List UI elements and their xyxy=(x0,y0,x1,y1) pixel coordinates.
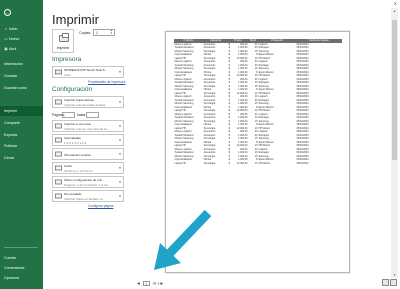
next-page-icon[interactable]: ▶ xyxy=(160,281,163,285)
preview-page: Producto Categoría Precio Stock Proveedo… xyxy=(165,31,350,273)
orientation-dropdown[interactable]: Orientación vertical ▼ xyxy=(52,148,124,160)
copies-label: Copias: xyxy=(79,31,92,35)
sidebar-item-guardar[interactable]: Guardar xyxy=(4,74,17,78)
table-cell: 05/03/2023 xyxy=(296,161,309,165)
sheets-icon xyxy=(55,99,62,105)
chevron-down-icon: ▼ xyxy=(118,194,122,198)
sidebar-item-informacion[interactable]: Información xyxy=(4,62,23,66)
table-cell: Tecnología xyxy=(203,161,216,165)
zoom-to-page-icon[interactable] xyxy=(390,279,397,286)
collate-icon xyxy=(55,137,62,143)
sidebar-item-comentarios[interactable]: Comentarios xyxy=(4,266,24,270)
chevron-down-icon: ▼ xyxy=(118,100,122,104)
home-icon: ⌂ xyxy=(4,27,8,31)
table-cell: 12.000,00 xyxy=(236,161,248,165)
portrait-icon xyxy=(55,151,62,157)
chevron-down-icon: ▼ xyxy=(118,152,122,156)
table-cell: Laptop HP xyxy=(174,161,186,165)
folder-icon: ▣ xyxy=(4,47,8,51)
sidebar-item-exportar[interactable]: Exportar xyxy=(4,133,18,137)
close-icon[interactable]: ✕ xyxy=(394,1,397,6)
sidebar-item-imprimir[interactable]: Imprimir xyxy=(4,109,17,113)
new-file-icon: ▭ xyxy=(4,37,8,41)
sidebar-item-publicar[interactable]: Publicar xyxy=(4,144,17,148)
printer-properties-link[interactable]: Propiedades de impresora xyxy=(88,80,125,84)
printer-icon xyxy=(59,33,69,42)
scrollbar-thumb[interactable] xyxy=(392,20,397,160)
pages-from-input[interactable] xyxy=(62,111,75,118)
back-arrow-icon[interactable]: ← xyxy=(4,9,11,16)
page-setup-link[interactable]: Configurar página xyxy=(88,204,113,208)
table-cell: HP México xyxy=(258,161,271,165)
sidebar-item-opciones[interactable]: Opciones xyxy=(4,276,19,280)
chevron-down-icon: ▼ xyxy=(118,166,122,170)
scaling-icon xyxy=(55,193,62,199)
margins-icon xyxy=(55,179,62,185)
table-cell: 10 xyxy=(254,161,258,165)
chevron-down-icon: ▼ xyxy=(118,138,122,142)
previous-page-icon[interactable]: ◀ xyxy=(137,281,140,285)
scroll-up-icon[interactable]: ▲ xyxy=(391,9,398,13)
one-sided-icon xyxy=(55,123,62,129)
sidebar-item-nuevo[interactable]: ▭Nuevo xyxy=(4,37,19,41)
settings-section-title: Configuración xyxy=(52,86,93,93)
printer-dropdown[interactable]: HP48E2C6 (HP Smart Tank 5... Listo ▼ xyxy=(52,66,124,78)
pages-to-input[interactable] xyxy=(86,111,99,118)
table-row: Laptop HP Tecnología $12.000,00 10 HP México… xyxy=(174,162,342,166)
sidebar-item-guardar-como[interactable]: Guardar como xyxy=(4,86,27,90)
sidebar-item-cuenta[interactable]: Cuenta xyxy=(4,256,16,260)
show-margins-icon[interactable] xyxy=(382,279,389,286)
chevron-down-icon: ▼ xyxy=(118,180,122,184)
zoom-controls xyxy=(382,279,397,286)
page-navigator: ◀ 1 de 1 ▶ xyxy=(137,281,163,286)
chevron-down-icon: ▼ xyxy=(118,70,122,74)
collation-dropdown[interactable]: Intercaladas 1,2,3 1,2,3 1,2,3 ▼ xyxy=(52,134,124,146)
sidebar-item-inicio[interactable]: ⌂ Inicio xyxy=(4,27,17,31)
sidebar-item-compartir[interactable]: Compartir xyxy=(4,121,20,125)
sidebar-item-abrir[interactable]: ▣Abrir xyxy=(4,47,16,51)
print-button[interactable]: Imprimir xyxy=(52,29,74,53)
paper-size-dropdown[interactable]: Carta 21,59 cm x 27,94 cm ▼ xyxy=(52,162,124,174)
pages-to-label: hasta xyxy=(77,113,86,117)
margins-dropdown[interactable]: Último configuración de má... Superior: … xyxy=(52,176,124,188)
printer-section-title: Impresora xyxy=(52,56,82,63)
scroll-down-icon[interactable]: ▼ xyxy=(391,273,398,277)
printer-device-icon xyxy=(55,69,62,75)
copies-spinner-icon[interactable]: ▲ ▼ xyxy=(110,29,113,35)
scaling-dropdown[interactable]: Sin escalado Imprimir hojas en tamaño re… xyxy=(52,190,124,202)
preview-table: Producto Categoría Precio Stock Proveedo… xyxy=(174,39,342,165)
paper-icon xyxy=(55,165,62,171)
chevron-down-icon: ▼ xyxy=(118,124,122,128)
page-number-input[interactable]: 1 xyxy=(142,281,150,286)
sidebar-divider xyxy=(4,247,38,248)
sides-dropdown[interactable]: Imprimir a una cara Imprimir solo en una… xyxy=(52,120,124,132)
page-title: Imprimir xyxy=(52,12,99,27)
page-count: de 1 xyxy=(152,281,160,286)
print-what-dropdown[interactable]: Imprimir hojas activas Imprimir solo las… xyxy=(52,96,124,108)
sidebar-item-cerrar[interactable]: Cerrar xyxy=(4,156,14,160)
